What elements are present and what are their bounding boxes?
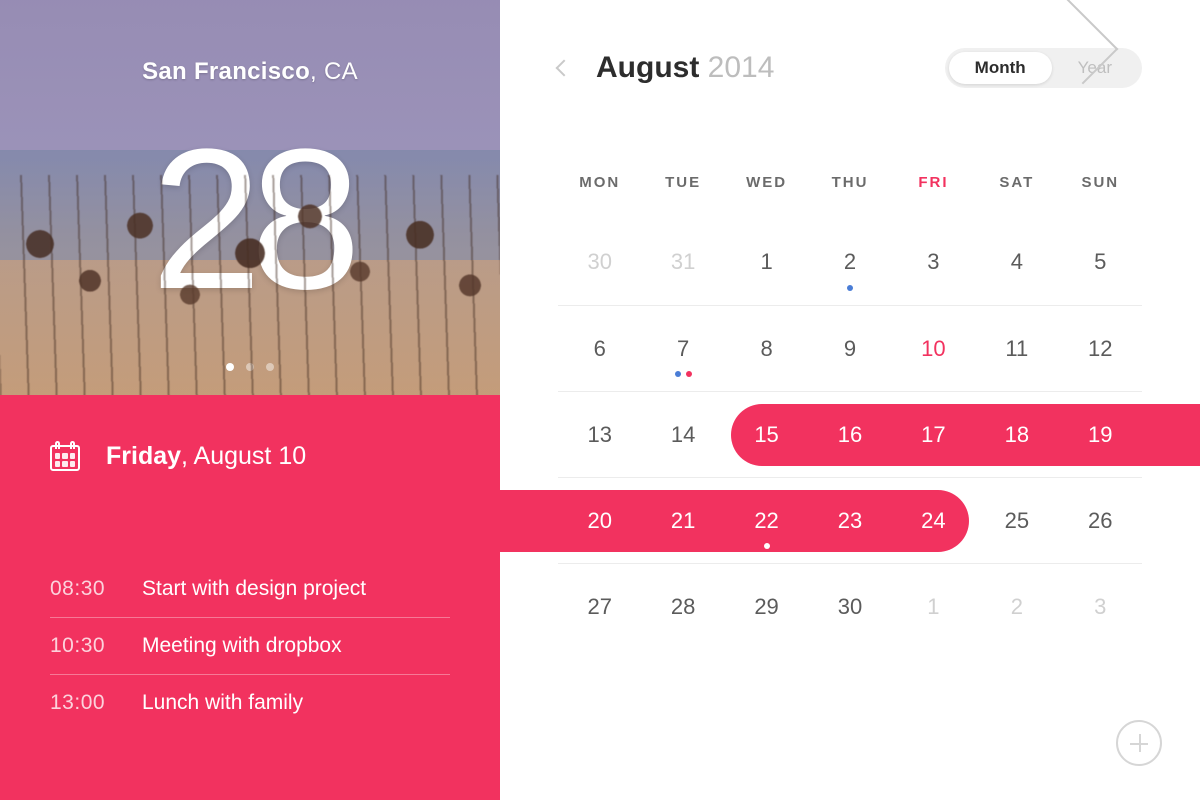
month-title: August 2014 [596,51,774,85]
calendar-week: 6789101112 [558,305,1142,391]
event-time: 08:30 [50,577,106,601]
agenda-panel: Friday, August 10 08:30 Start with desig… [0,395,500,800]
event-dots [764,543,770,549]
agenda-date-rest: , August 10 [181,442,306,470]
calendar-day[interactable]: 21 [641,478,724,563]
calendar-day[interactable]: 30 [558,219,641,305]
event-title: Start with design project [142,577,366,601]
calendar-day[interactable]: 20 [558,478,641,563]
event-dots [675,371,692,377]
event-time: 13:00 [50,691,106,715]
calendar-day[interactable]: 3 [892,219,975,305]
location-region: , CA [310,58,358,85]
hero-pager[interactable] [0,363,500,371]
calendar-day[interactable]: 17 [892,392,975,477]
calendar-header: August 2014 Month Year [558,48,1142,88]
prev-month-button[interactable] [556,60,573,77]
calendar-day[interactable]: 1 [725,219,808,305]
calendar-day[interactable]: 1 [892,564,975,649]
calendar-panel: August 2014 Month Year MON TUE WED THU F… [500,0,1200,800]
weekday: SAT [975,174,1058,191]
event-dot-icon [686,371,692,377]
location-city: San Francisco [142,58,310,85]
calendar-day[interactable]: 16 [808,392,891,477]
calendar-day[interactable]: 5 [1059,219,1142,305]
calendar-day[interactable]: 31 [641,219,724,305]
weekday-header: MON TUE WED THU FRI SAT SUN [558,174,1142,219]
calendar-grid: 3031123456789101112131415161718192021222… [558,219,1142,649]
pager-dot[interactable] [246,363,254,371]
calendar-day[interactable]: 13 [558,392,641,477]
calendar-day[interactable]: 10 [892,306,975,391]
weekday: SUN [1059,174,1142,191]
event-list: 08:30 Start with design project 10:30 Me… [50,561,450,731]
agenda-date: Friday, August 10 [106,442,306,471]
event-item[interactable]: 13:00 Lunch with family [50,675,450,731]
calendar-day[interactable]: 15 [725,392,808,477]
event-dot-icon [764,543,770,549]
temperature-value: 28 [151,120,349,320]
calendar-day[interactable]: 6 [558,306,641,391]
event-title: Lunch with family [142,691,303,715]
calendar-day[interactable]: 19 [1059,392,1142,477]
event-title: Meeting with dropbox [142,634,342,658]
pager-dot[interactable] [266,363,274,371]
month-nav: August 2014 [558,51,774,85]
calendar-day[interactable]: 28 [641,564,724,649]
agenda-header: Friday, August 10 [50,441,450,471]
month-name: August [596,51,699,84]
calendar-day[interactable]: 22 [725,478,808,563]
view-month[interactable]: Month [949,52,1052,84]
calendar-day[interactable]: 14 [641,392,724,477]
calendar-week: 13141516171819 [558,391,1142,477]
calendar-day[interactable]: 27 [558,564,641,649]
calendar-day[interactable]: 18 [975,392,1058,477]
event-time: 10:30 [50,634,106,658]
calendar-day[interactable]: 26 [1059,478,1142,563]
calendar-week: 303112345 [558,219,1142,305]
calendar-day[interactable]: 23 [808,478,891,563]
calendar-icon [50,441,80,471]
calendar-day[interactable]: 9 [808,306,891,391]
left-panel: San Francisco, CA 28 Friday, August 10 0… [0,0,500,800]
calendar-day[interactable]: 25 [975,478,1058,563]
event-item[interactable]: 08:30 Start with design project [50,561,450,618]
calendar-day[interactable]: 30 [808,564,891,649]
calendar-day[interactable]: 29 [725,564,808,649]
weekday: FRI [892,174,975,191]
weekday: THU [808,174,891,191]
calendar-week: 27282930123 [558,563,1142,649]
calendar-day[interactable]: 12 [1059,306,1142,391]
weekday: WED [725,174,808,191]
calendar-week: 20212223242526 [558,477,1142,563]
weekday: TUE [641,174,724,191]
calendar-day[interactable]: 11 [975,306,1058,391]
weather-hero: San Francisco, CA 28 [0,0,500,395]
event-dot-icon [847,285,853,291]
event-dot-icon [675,371,681,377]
calendar-day[interactable]: 2 [808,219,891,305]
pager-dot[interactable] [226,363,234,371]
calendar-day[interactable]: 4 [975,219,1058,305]
add-event-button[interactable] [1116,720,1162,766]
temperature: 28 [0,120,500,320]
agenda-dow: Friday [106,442,181,470]
month-year: 2014 [708,51,775,84]
location-label: San Francisco, CA [0,58,500,86]
calendar-day[interactable]: 24 [892,478,975,563]
calendar-day[interactable]: 2 [975,564,1058,649]
calendar-day[interactable]: 3 [1059,564,1142,649]
event-item[interactable]: 10:30 Meeting with dropbox [50,618,450,675]
calendar-day[interactable]: 7 [641,306,724,391]
event-dots [847,285,853,291]
weekday: MON [558,174,641,191]
calendar-day[interactable]: 8 [725,306,808,391]
